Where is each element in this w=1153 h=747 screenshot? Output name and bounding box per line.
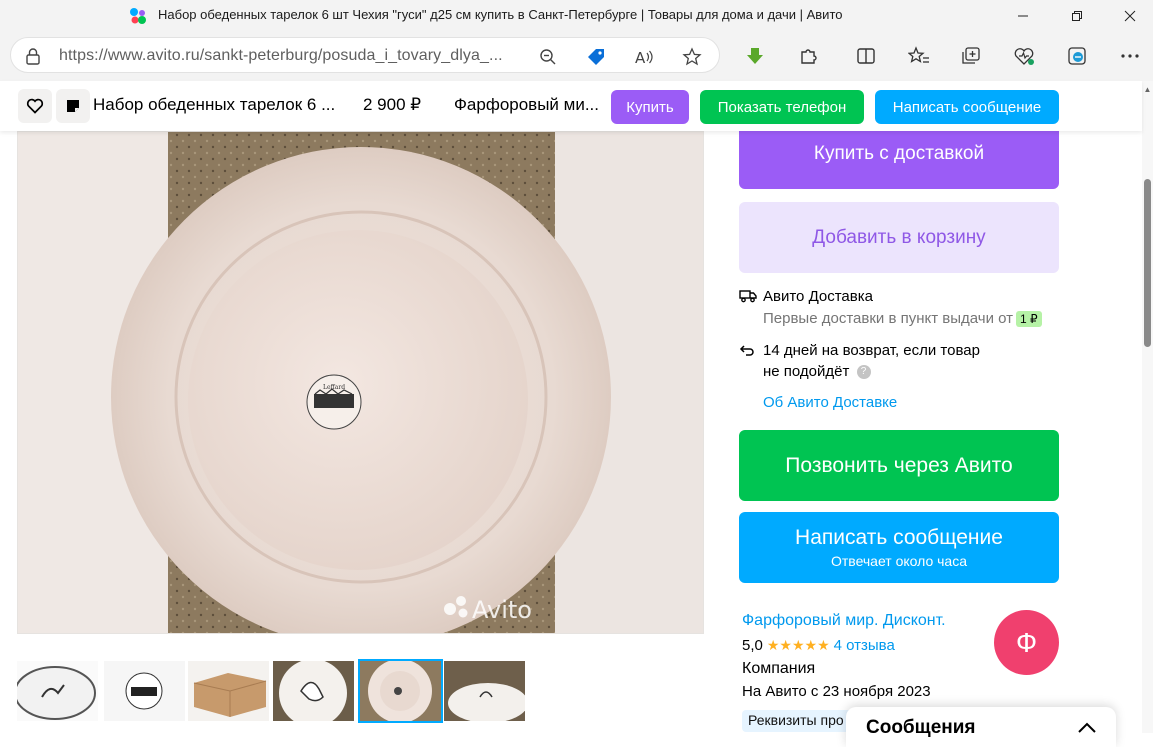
scrollbar-thumb[interactable] [1144,179,1151,347]
download-extension-icon[interactable] [742,43,768,69]
truck-icon [739,290,757,303]
svg-text:Avito: Avito [472,596,532,624]
add-to-cart-label: Добавить в корзину [812,226,986,248]
svg-text:A: A [635,49,646,66]
sticky-message-button[interactable]: Написать сообщение [875,90,1059,124]
delivery-title: Авито Доставка [763,288,873,305]
extensions-puzzle-icon[interactable] [795,43,821,69]
thumbnail-4[interactable] [273,661,354,721]
window-titlebar: Набор обеденных тарелок 6 шт Чехия "гуси… [0,0,1153,31]
read-aloud-icon[interactable]: A [633,46,655,68]
sticky-title[interactable]: Набор обеденных тарелок 6 ... [93,95,335,115]
favorite-star-icon[interactable] [681,46,703,68]
browser-essentials-icon[interactable] [1011,43,1037,69]
close-icon [1124,10,1136,21]
edge-profile-icon[interactable] [1064,43,1090,69]
seller-rating: 5,0 ★★★★★ 4 отзыва [742,637,895,654]
seller-avatar[interactable]: Ф [994,610,1059,675]
delivery-price-badge: 1 ₽ [1016,311,1042,327]
thumbnail-2[interactable] [104,661,185,721]
minimize-icon [1018,15,1028,16]
return-line2: не подойдёт ? [763,363,871,380]
thumbnail-1[interactable] [17,661,98,721]
page-scrollbar[interactable]: ▲ [1142,81,1153,733]
scroll-up-arrow-icon[interactable]: ▲ [1143,85,1152,94]
call-via-avito-label: Позвонить через Авито [785,453,1013,477]
call-via-avito-button[interactable]: Позвонить через Авито [739,430,1059,501]
note-icon [67,100,79,112]
plate-photo: Leffard Avito [18,132,703,633]
url-path: /sankt-peterburg/posuda_i_tovary_dlya_..… [199,47,503,64]
collections-icon[interactable] [958,43,984,69]
delivery-note: Первые доставки в пункт выдачи от 1 ₽ [763,310,1042,327]
zoom-icon[interactable] [537,46,559,68]
messages-title: Сообщения [866,717,976,738]
chevron-up-icon[interactable] [1076,717,1098,739]
about-delivery-link[interactable]: Об Авито Доставке [763,394,897,411]
more-menu-icon[interactable] [1117,43,1143,69]
restore-button[interactable] [1054,0,1100,31]
write-message-button[interactable]: Написать сообщение Отвечает около часа [739,512,1059,583]
return-line2-text: не подойдёт [763,363,850,380]
response-time-label: Отвечает около часа [830,553,968,569]
rating-stars-icon: ★★★★★ [766,637,830,653]
lock-icon [26,48,40,65]
sticky-buy-button[interactable]: Купить [611,90,689,124]
thumbnail-3[interactable] [188,661,269,721]
heart-icon [26,98,44,114]
seller-since: На Авито с 23 ноября 2023 [742,683,931,700]
sticky-seller[interactable]: Фарфоровый ми... [454,95,599,115]
restore-icon [1072,10,1082,21]
minimize-button[interactable] [1000,0,1046,31]
messages-panel[interactable]: Сообщения [846,707,1116,747]
write-message-label: Написать сообщение [795,526,1003,549]
show-phone-button[interactable]: Показать телефон [700,90,864,124]
seller-type: Компания [742,660,816,677]
sticky-product-bar: Набор обеденных тарелок 6 ... 2 900 ₽ Фа… [0,81,1142,131]
note-button[interactable] [56,89,90,123]
buy-with-delivery-label: Купить с доставкой [813,142,985,164]
return-arrow-icon [739,345,754,356]
rating-value: 5,0 [742,637,763,654]
return-line1: 14 дней на возврат, если товар [763,342,980,359]
seller-name-link[interactable]: Фарфоровый мир. Дисконт. [742,612,946,630]
add-to-cart-button[interactable]: Добавить в корзину [739,202,1059,273]
help-question-icon[interactable]: ? [856,365,871,380]
coupon-tag-icon[interactable] [585,46,607,68]
reviews-link[interactable]: 4 отзыва [834,637,895,654]
close-button[interactable] [1107,0,1153,31]
split-screen-icon[interactable] [853,43,879,69]
url-host: https://www.avito.ru [59,47,200,64]
window-title: Набор обеденных тарелок 6 шт Чехия "гуси… [158,7,843,22]
browser-toolbar: https://www.avito.ru/sankt-peterburg/pos… [0,31,1153,81]
sticky-price: 2 900 ₽ [363,95,422,114]
address-bar[interactable]: https://www.avito.ru/sankt-peterburg/pos… [10,37,720,73]
favorite-button[interactable] [18,89,52,123]
thumbnail-6[interactable] [444,661,525,721]
company-details-chip[interactable]: Реквизиты про [742,710,852,732]
url-text: https://www.avito.ru/sankt-peterburg/pos… [59,47,503,65]
thumbnail-5-selected[interactable] [358,659,443,723]
delivery-note-text: Первые доставки в пункт выдачи от [763,310,1014,327]
product-main-image[interactable]: Leffard Avito [17,131,704,634]
avito-logo-icon [130,8,146,24]
favorites-icon[interactable] [906,43,932,69]
svg-text:Leffard: Leffard [323,384,345,391]
